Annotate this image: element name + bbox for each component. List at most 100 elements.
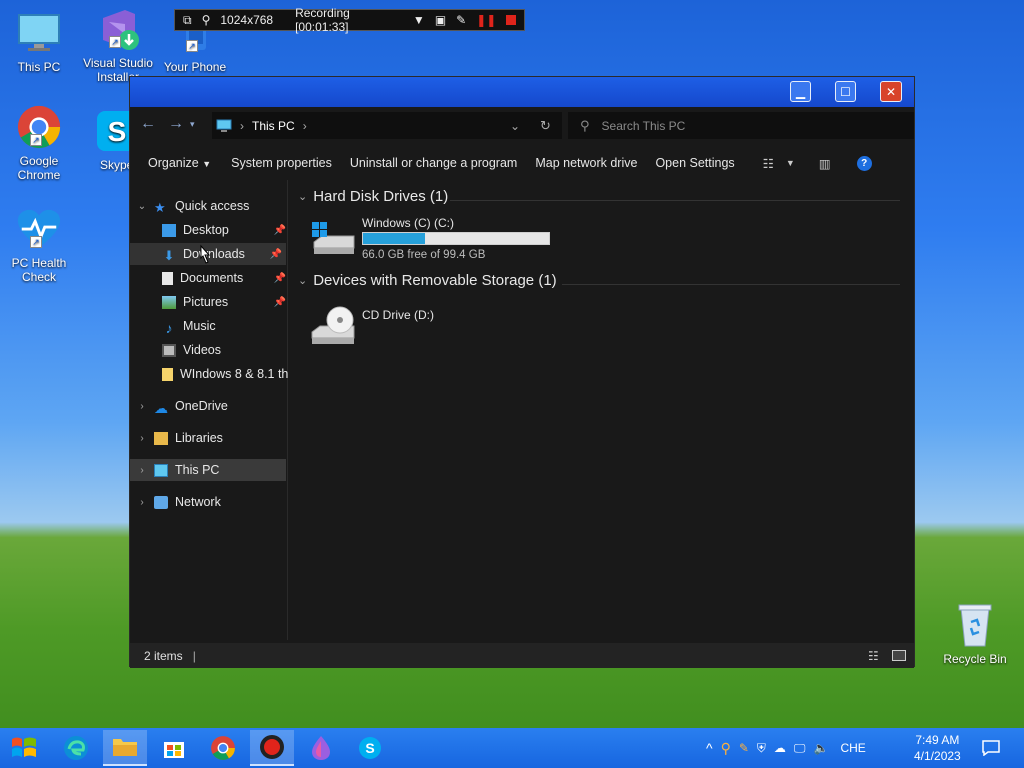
security-shield-icon[interactable]: ⛨ [757, 741, 766, 756]
uninstall-program-button[interactable]: Uninstall or change a program [350, 156, 517, 170]
nav-onedrive[interactable]: › ☁ OneDrive [134, 395, 290, 417]
desktop-icon-label: Recycle Bin [943, 652, 1007, 666]
desktop-icon-pc-health-check[interactable]: ↗ PC Health Check [0, 206, 78, 284]
expand-chevron-icon[interactable]: › [134, 465, 150, 476]
taskbar-skype[interactable]: S [348, 730, 392, 766]
nav-network[interactable]: › Network [134, 491, 290, 513]
view-dropdown-icon[interactable]: ▼ [786, 158, 795, 168]
open-settings-button[interactable]: Open Settings [655, 156, 734, 170]
language-indicator[interactable]: CHE [840, 741, 865, 755]
paint-tray-icon[interactable]: ✎ [739, 741, 749, 755]
notification-icon [982, 740, 1000, 756]
address-dropdown-icon[interactable]: ⌄ [510, 119, 520, 133]
pause-icon[interactable]: ❚❚ [476, 13, 496, 27]
nav-this-pc[interactable]: › This PC [130, 459, 286, 481]
volume-icon[interactable]: 🔈 [814, 741, 829, 755]
pin-icon[interactable]: 📌 [274, 225, 286, 236]
pen-icon[interactable]: ✎ [456, 13, 466, 27]
window-select-icon[interactable]: ⧉ [183, 13, 192, 28]
maximize-icon: ☐ [840, 84, 851, 99]
dropdown-triangle-icon[interactable]: ▼ [413, 13, 425, 27]
magnifier-icon[interactable]: ⚲ [202, 13, 211, 27]
desktop-icon-this-pc[interactable]: This PC [0, 10, 78, 74]
shortcut-arrow-icon: ↗ [30, 236, 42, 248]
collapse-chevron-icon[interactable]: ⌄ [134, 201, 150, 212]
pin-icon[interactable]: 📌 [274, 297, 286, 308]
recent-locations-icon[interactable]: ▾ [190, 119, 195, 130]
forward-arrow-icon[interactable]: → [162, 115, 190, 133]
help-icon[interactable]: ? [856, 155, 872, 171]
clock-time: 7:49 AM [915, 733, 960, 747]
minimize-button[interactable]: ▁ [790, 81, 811, 102]
close-button[interactable]: ✕ [880, 81, 902, 102]
desktop-icon-visual-studio-installer[interactable]: ↗ Visual Studio Installer [79, 6, 157, 84]
group-divider [450, 200, 900, 201]
visual-studio-icon: ↗ [95, 6, 141, 52]
expand-chevron-icon[interactable]: › [134, 401, 150, 412]
this-pc-small-icon [216, 119, 232, 132]
drive-c[interactable]: Windows (C) (C:) 66.0 GB free of 99.4 GB [310, 214, 570, 264]
drive-c-free-space: 66.0 GB free of 99.4 GB [362, 249, 486, 261]
collapse-chevron-icon[interactable]: ⌄ [298, 274, 307, 287]
libraries-icon [154, 431, 168, 445]
window-titlebar[interactable]: ▁ ☐ ✕ [130, 77, 914, 107]
collapse-chevron-icon[interactable]: ⌄ [298, 190, 307, 203]
system-properties-button[interactable]: System properties [231, 156, 332, 170]
svg-text:S: S [365, 740, 374, 756]
nav-libraries[interactable]: › Libraries [134, 427, 290, 449]
drive-d[interactable]: CD Drive (D:) [310, 300, 570, 350]
preview-pane-icon[interactable]: ▥ [819, 156, 831, 171]
search-icon: ⚲ [580, 117, 590, 133]
large-icons-view-icon[interactable] [892, 650, 906, 661]
pin-icon[interactable]: 📌 [274, 273, 286, 284]
shortcut-arrow-icon: ↗ [30, 134, 42, 146]
search-box[interactable]: ⚲ Search This PC [568, 112, 914, 139]
pin-icon[interactable]: 📌 [270, 249, 282, 260]
refresh-icon[interactable]: ↻ [540, 118, 551, 134]
show-hidden-icons-icon[interactable]: ^ [706, 740, 713, 756]
organize-button[interactable]: Organize ▼ [148, 156, 211, 170]
chrome-icon [211, 736, 235, 760]
address-bar[interactable]: › This PC › ⌄ ↻ [212, 112, 562, 139]
desktop-icon-label: Your Phone [163, 60, 227, 74]
document-icon [162, 271, 173, 285]
network-icon [154, 495, 168, 509]
notification-center-button[interactable] [982, 728, 1002, 768]
taskbar-screen-recorder[interactable] [250, 730, 294, 766]
star-icon: ★ [154, 199, 166, 215]
taskbar-file-explorer[interactable] [103, 730, 147, 766]
start-button[interactable] [2, 730, 46, 766]
desktop-icon-recycle-bin[interactable]: Recycle Bin [936, 602, 1014, 666]
maximize-button[interactable]: ☐ [835, 81, 856, 102]
expand-chevron-icon[interactable]: › [134, 497, 150, 508]
network-tray-icon[interactable]: 🖵 [794, 741, 806, 756]
expand-chevron-icon[interactable]: › [134, 433, 150, 444]
cd-drive-icon [310, 306, 355, 344]
breadcrumb-this-pc[interactable]: This PC [252, 119, 295, 133]
back-arrow-icon[interactable]: ← [134, 115, 162, 133]
desktop-icon-google-chrome[interactable]: ↗ Google Chrome [0, 104, 78, 182]
paint-drop-icon [312, 736, 330, 760]
change-view-icon[interactable]: ☷ [763, 156, 774, 171]
heart-pulse-icon: ↗ [16, 206, 62, 252]
taskbar-paint[interactable] [299, 730, 343, 766]
taskbar-store[interactable] [152, 730, 196, 766]
camera-icon[interactable]: ▣ [435, 13, 446, 27]
record-icon [260, 735, 284, 759]
taskbar-edge[interactable] [54, 730, 98, 766]
folder-icon [113, 739, 137, 756]
group-header-hard-disk-drives[interactable]: ⌄ Hard Disk Drives (1) [298, 188, 448, 205]
map-network-drive-button[interactable]: Map network drive [535, 156, 637, 170]
details-view-icon[interactable]: ☷ [868, 649, 879, 663]
dropdown-triangle-icon: ▼ [202, 159, 212, 169]
nav-quick-access[interactable]: ⌄ ★ Quick access [134, 195, 290, 217]
search-input[interactable]: Search This PC [602, 119, 686, 133]
group-header-removable-storage[interactable]: ⌄ Devices with Removable Storage (1) [298, 272, 557, 289]
taskbar-chrome[interactable] [201, 730, 245, 766]
nav-windows-folder[interactable]: WIndows 8 & 8.1 th [162, 363, 288, 385]
stop-icon[interactable] [506, 15, 516, 25]
search-tray-icon[interactable]: ⚲ [721, 740, 731, 757]
onedrive-tray-icon[interactable]: ☁ [774, 741, 786, 755]
group-divider [562, 284, 900, 285]
clock[interactable]: 7:49 AM 4/1/2023 [914, 728, 961, 768]
